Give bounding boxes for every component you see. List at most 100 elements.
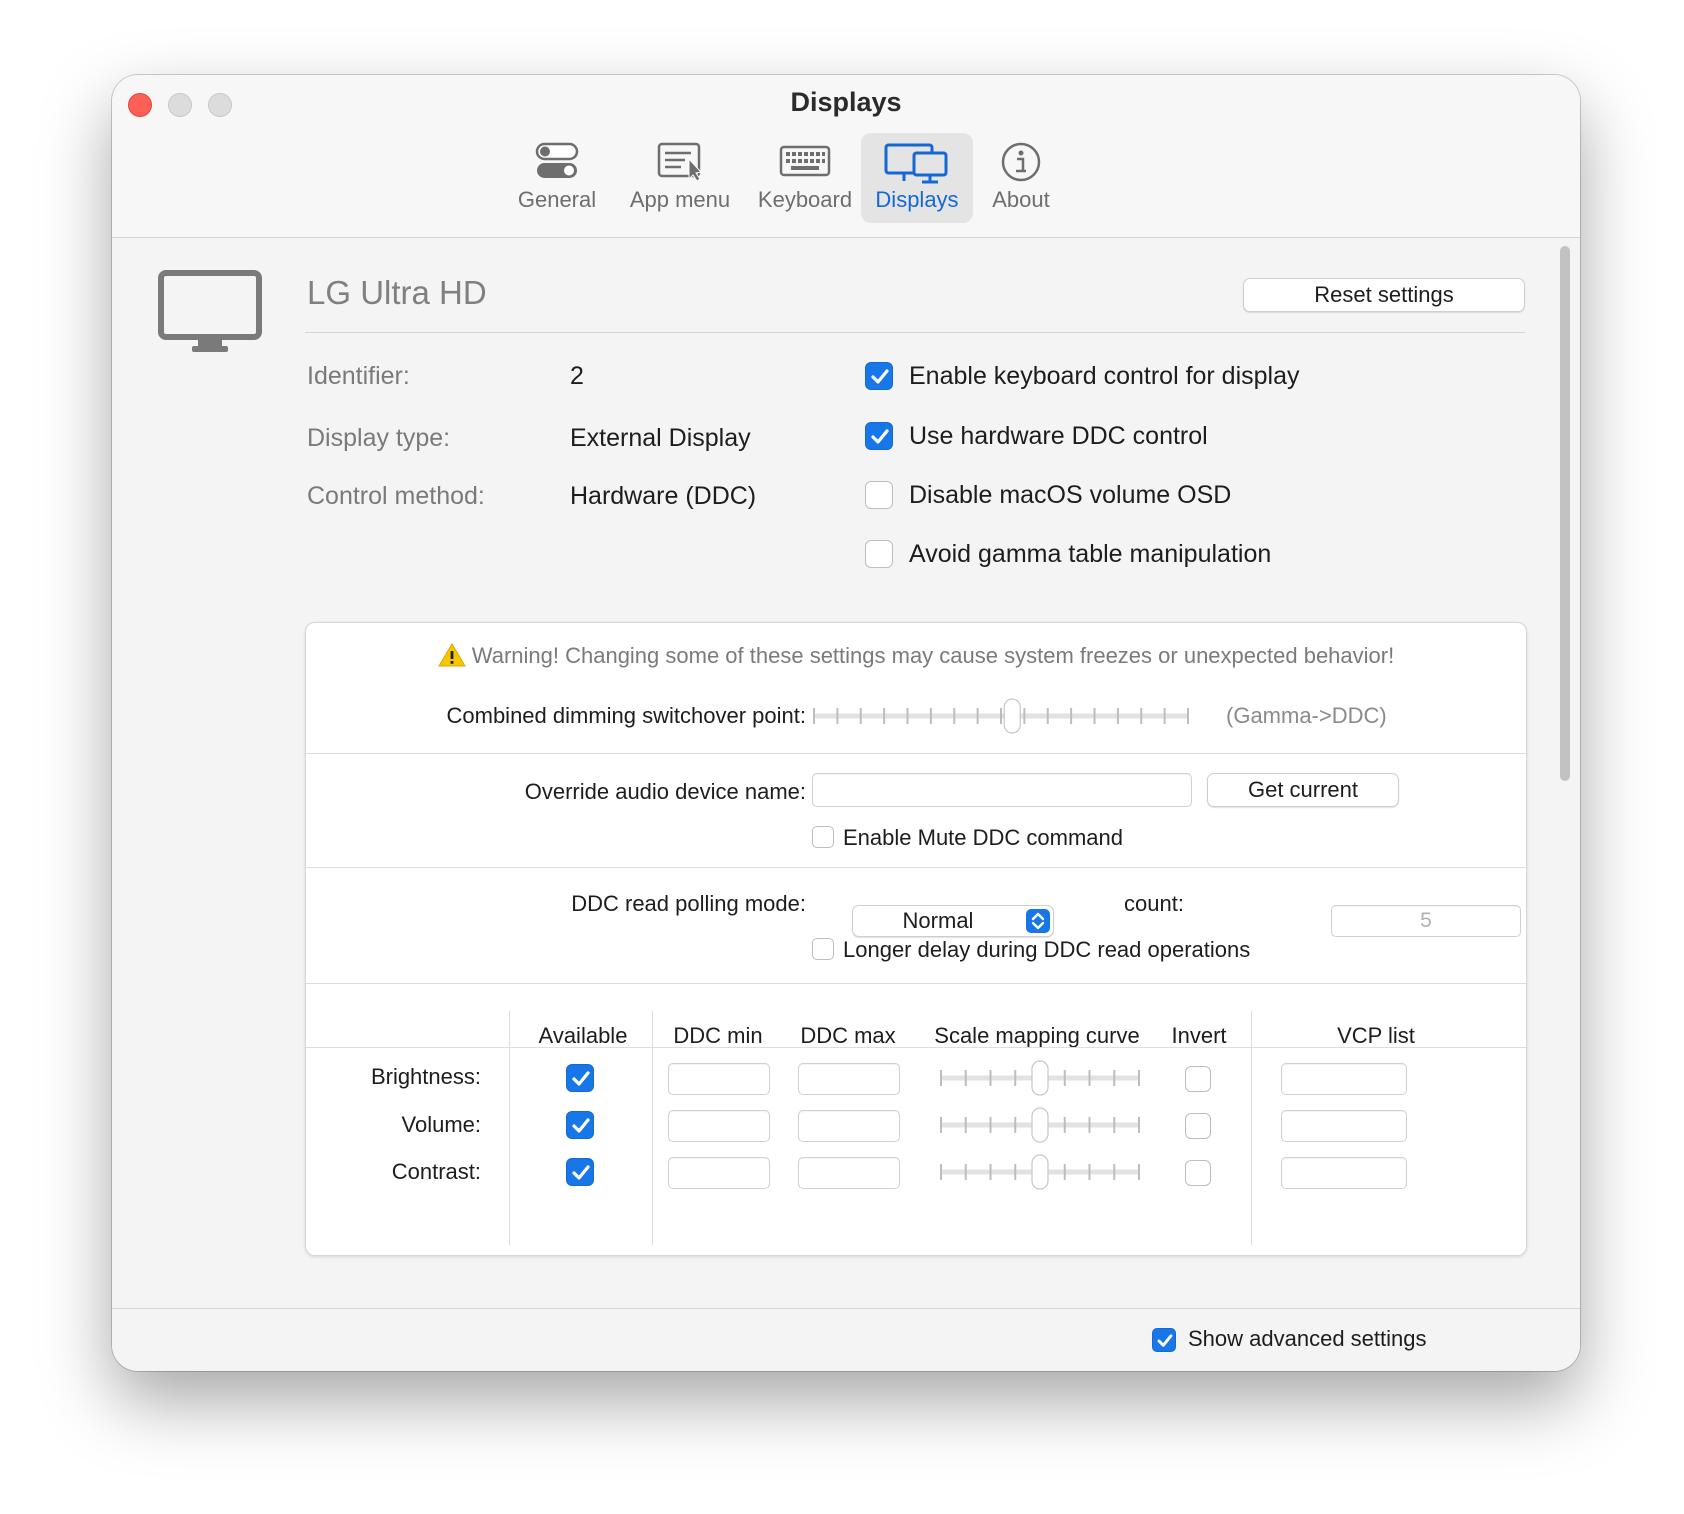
display-type-label: Display type: bbox=[307, 424, 451, 452]
brightness-vcp-input[interactable] bbox=[1281, 1063, 1407, 1095]
count-label: count: bbox=[1124, 891, 1184, 916]
preferences-window: Displays General App menu Keyboard Displ… bbox=[112, 75, 1580, 1371]
tab-label: About bbox=[992, 187, 1050, 212]
grid-column-divider bbox=[509, 1011, 510, 1245]
monitor-icon bbox=[158, 270, 262, 361]
count-input[interactable]: 5 bbox=[1331, 905, 1521, 937]
audio-device-label: Override audio device name: bbox=[524, 779, 806, 804]
grid-column-divider bbox=[1251, 1011, 1252, 1245]
disable-volume-osd-label: Disable macOS volume OSD bbox=[909, 481, 1232, 509]
show-advanced-checkbox[interactable] bbox=[1152, 1328, 1176, 1352]
section-divider bbox=[306, 753, 1526, 754]
keyboard-control-label: Enable keyboard control for display bbox=[909, 362, 1300, 390]
mute-ddc-checkbox[interactable] bbox=[812, 826, 834, 848]
volume-ddc-max-input[interactable] bbox=[798, 1110, 900, 1142]
slider-knob bbox=[1031, 1154, 1049, 1190]
scrollbar-thumb[interactable] bbox=[1560, 246, 1570, 781]
hardware-ddc-checkbox[interactable] bbox=[865, 422, 893, 450]
control-method-value: Hardware (DDC) bbox=[570, 482, 757, 510]
contrast-available-checkbox[interactable] bbox=[566, 1158, 594, 1186]
slider-knob bbox=[1031, 1107, 1049, 1143]
slider-knob bbox=[1003, 698, 1021, 734]
keyboard-icon bbox=[779, 141, 831, 186]
contrast-invert-checkbox[interactable] bbox=[1185, 1160, 1211, 1186]
reset-settings-button[interactable]: Reset settings bbox=[1243, 278, 1525, 312]
tab-keyboard[interactable]: Keyboard bbox=[748, 133, 862, 223]
displays-icon bbox=[884, 141, 950, 190]
contrast-vcp-input[interactable] bbox=[1281, 1157, 1407, 1189]
section-divider bbox=[306, 867, 1526, 868]
tab-app-menu[interactable]: App menu bbox=[618, 133, 742, 223]
polling-mode-value: Normal bbox=[902, 908, 974, 933]
grid-column-divider bbox=[652, 1011, 653, 1245]
avoid-gamma-label: Avoid gamma table manipulation bbox=[909, 540, 1272, 568]
displays-pane: LG Ultra HD Reset settings Identifier: 2… bbox=[112, 238, 1580, 1308]
brightness-invert-checkbox[interactable] bbox=[1185, 1066, 1211, 1092]
app-menu-icon bbox=[657, 141, 703, 186]
warning-message: Warning! Changing some of these settings… bbox=[306, 643, 1526, 669]
brightness-curve-slider[interactable] bbox=[938, 1059, 1142, 1097]
display-name: LG Ultra HD bbox=[307, 274, 487, 311]
identifier-label: Identifier: bbox=[307, 362, 410, 390]
column-header-invert: Invert bbox=[1171, 1023, 1227, 1048]
polling-mode-select[interactable]: Normal bbox=[852, 905, 1054, 937]
disable-volume-osd-checkbox[interactable] bbox=[865, 481, 893, 509]
column-header-ddc-min: DDC min bbox=[673, 1023, 763, 1048]
get-current-button[interactable]: Get current bbox=[1207, 773, 1399, 807]
volume-available-checkbox[interactable] bbox=[566, 1111, 594, 1139]
column-header-available: Available bbox=[538, 1023, 628, 1048]
brightness-row-label: Brightness: bbox=[370, 1064, 481, 1089]
titlebar: Displays General App menu Keyboard Displ… bbox=[112, 75, 1580, 238]
audio-device-input[interactable] bbox=[812, 773, 1192, 807]
switchover-slider[interactable] bbox=[811, 697, 1191, 735]
footer-bar: Show advanced settings bbox=[112, 1308, 1580, 1371]
warning-text: Warning! Changing some of these settings… bbox=[471, 643, 1395, 668]
longer-delay-label: Longer delay during DDC read operations bbox=[843, 937, 1251, 962]
show-advanced-label: Show advanced settings bbox=[1188, 1326, 1427, 1351]
contrast-curve-slider[interactable] bbox=[938, 1153, 1142, 1191]
volume-row-label: Volume: bbox=[401, 1112, 482, 1137]
tab-about[interactable]: About bbox=[978, 133, 1064, 223]
column-header-curve: Scale mapping curve bbox=[934, 1023, 1140, 1048]
tab-label: Displays bbox=[875, 187, 959, 212]
info-icon bbox=[1000, 141, 1042, 188]
identifier-value: 2 bbox=[570, 362, 584, 390]
display-type-value: External Display bbox=[570, 424, 751, 452]
contrast-ddc-min-input[interactable] bbox=[668, 1157, 770, 1189]
header-divider bbox=[305, 332, 1525, 333]
brightness-available-checkbox[interactable] bbox=[566, 1064, 594, 1092]
control-method-label: Control method: bbox=[307, 482, 485, 510]
volume-invert-checkbox[interactable] bbox=[1185, 1113, 1211, 1139]
contrast-ddc-max-input[interactable] bbox=[798, 1157, 900, 1189]
grid-header-divider bbox=[306, 1047, 1526, 1048]
avoid-gamma-checkbox[interactable] bbox=[865, 540, 893, 568]
column-header-vcp-list: VCP list bbox=[1337, 1023, 1415, 1048]
brightness-ddc-max-input[interactable] bbox=[798, 1063, 900, 1095]
chevron-updown-icon bbox=[1026, 909, 1050, 933]
tab-label: App menu bbox=[629, 187, 731, 212]
tab-label: General bbox=[517, 187, 597, 212]
contrast-row-label: Contrast: bbox=[391, 1159, 481, 1184]
polling-mode-label: DDC read polling mode: bbox=[571, 891, 806, 916]
toggles-icon bbox=[535, 141, 579, 186]
window-title: Displays bbox=[790, 87, 902, 117]
column-header-ddc-max: DDC max bbox=[800, 1023, 896, 1048]
volume-ddc-min-input[interactable] bbox=[668, 1110, 770, 1142]
slider-knob bbox=[1031, 1060, 1049, 1096]
advanced-settings-panel: Warning! Changing some of these settings… bbox=[305, 622, 1527, 1256]
mute-ddc-label: Enable Mute DDC command bbox=[843, 825, 1124, 850]
switchover-suffix: (Gamma->DDC) bbox=[1226, 703, 1387, 728]
switchover-label: Combined dimming switchover point: bbox=[446, 703, 807, 728]
warning-icon bbox=[437, 643, 472, 668]
section-divider bbox=[306, 983, 1526, 984]
volume-curve-slider[interactable] bbox=[938, 1106, 1142, 1144]
tab-label: Keyboard bbox=[757, 187, 853, 212]
tab-general[interactable]: General bbox=[507, 133, 607, 223]
brightness-ddc-min-input[interactable] bbox=[668, 1063, 770, 1095]
longer-delay-checkbox[interactable] bbox=[812, 938, 834, 960]
volume-vcp-input[interactable] bbox=[1281, 1110, 1407, 1142]
keyboard-control-checkbox[interactable] bbox=[865, 362, 893, 390]
tab-displays[interactable]: Displays bbox=[861, 133, 973, 223]
hardware-ddc-label: Use hardware DDC control bbox=[909, 422, 1208, 450]
vertical-scrollbar[interactable] bbox=[1558, 246, 1572, 1296]
